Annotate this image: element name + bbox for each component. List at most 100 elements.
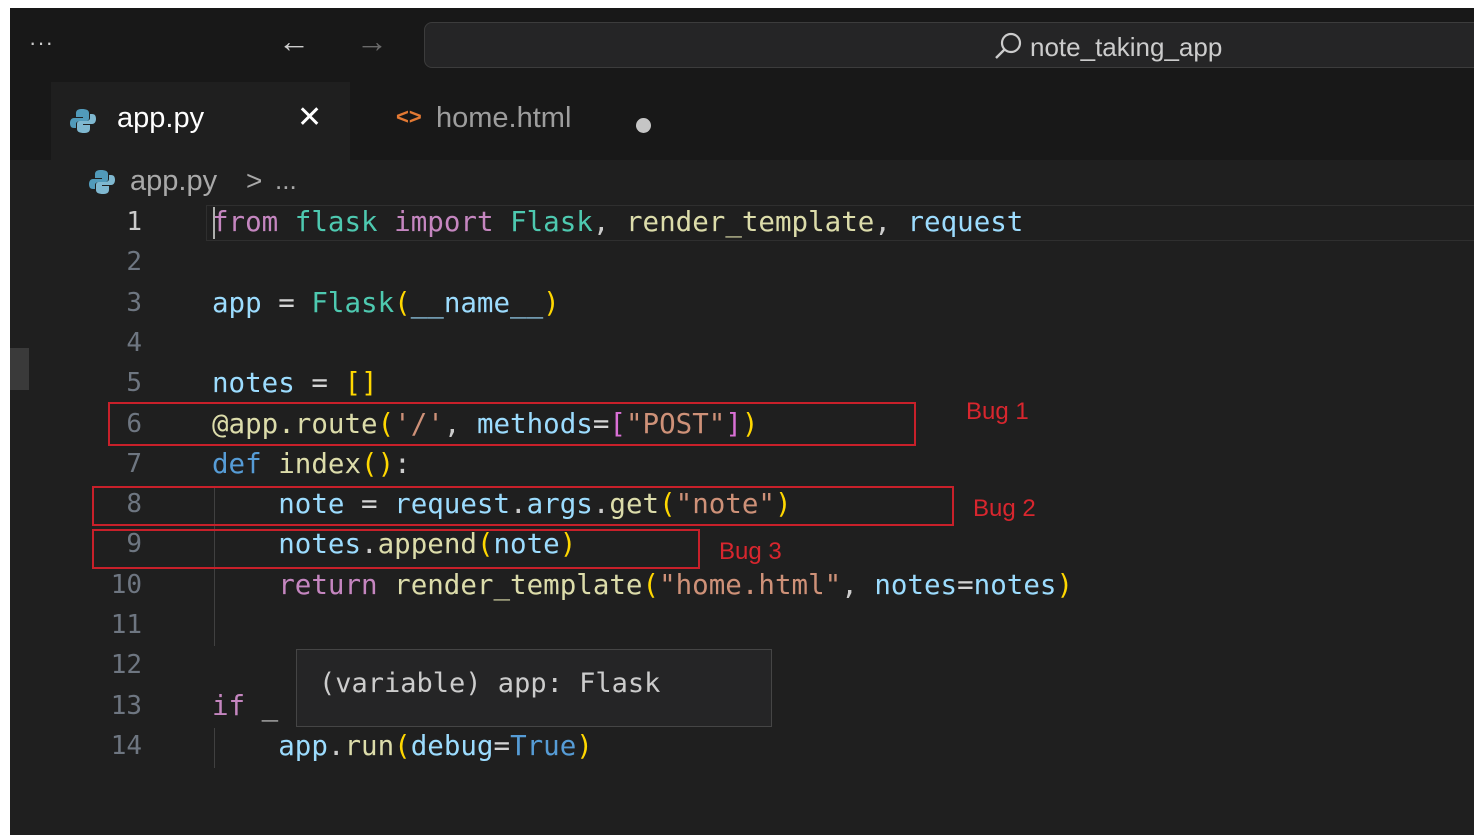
line-number: 3 <box>126 287 142 318</box>
code-token: , <box>841 568 875 601</box>
command-center-search[interactable]: note_taking_app <box>424 22 1474 68</box>
code-text[interactable]: def index(): <box>212 444 411 484</box>
hover-tooltip: (variable) app: Flask <box>296 649 772 727</box>
code-line[interactable]: 7 def index(): <box>10 444 1474 484</box>
unsaved-changes-dot-icon[interactable] <box>636 118 651 133</box>
code-token: app <box>278 729 328 762</box>
code-token: : <box>394 447 411 480</box>
line-number: 12 <box>110 650 142 681</box>
code-token: debug <box>410 729 494 762</box>
line-number: 7 <box>126 448 142 479</box>
editor-window: ··· ← → note_taking_app app.py ✕ <> home… <box>10 8 1474 835</box>
breadcrumb-file[interactable]: app.py <box>130 165 217 198</box>
breadcrumb-separator: > <box>246 165 263 196</box>
breadcrumb: app.py > ... <box>10 160 1474 202</box>
code-token: Flask <box>510 206 593 238</box>
code-token: _ <box>245 689 279 722</box>
code-line[interactable]: 2 <box>10 242 1474 282</box>
code-token: notes <box>212 367 295 400</box>
code-token: __name__ <box>410 286 544 319</box>
code-line[interactable]: 10 return render_template("home.html", n… <box>10 565 1474 605</box>
hover-tooltip-text: (variable) app: Flask <box>319 668 661 699</box>
code-text[interactable]: notes = [] <box>212 363 378 403</box>
breadcrumb-symbols[interactable]: ... <box>275 165 297 196</box>
code-token: = <box>294 367 345 400</box>
title-bar: ··· ← → note_taking_app <box>10 8 1474 82</box>
close-tab-icon[interactable]: ✕ <box>297 100 322 135</box>
text-cursor <box>213 207 215 239</box>
code-text[interactable]: app.run(debug=True) <box>212 726 593 766</box>
bug-label: Bug 3 <box>719 538 782 565</box>
line-number: 13 <box>110 690 142 721</box>
bug-highlight-box <box>92 529 700 569</box>
code-text[interactable]: return render_template("home.html", note… <box>212 565 1073 605</box>
indent-guide <box>214 728 215 768</box>
line-number: 5 <box>126 368 142 399</box>
tab-app-py[interactable]: app.py ✕ <box>51 82 350 160</box>
code-token: . <box>327 729 345 762</box>
html-file-icon: <> <box>396 104 422 129</box>
line-number: 11 <box>110 610 142 640</box>
line-number: 4 <box>126 327 142 358</box>
code-token: render_template <box>394 568 643 601</box>
code-token: import <box>394 206 494 238</box>
code-token: return <box>278 568 378 601</box>
code-token: True <box>510 729 577 762</box>
code-token: [] <box>344 367 378 400</box>
code-text[interactable]: from flask import Flask, render_template… <box>212 202 1023 242</box>
code-token: if <box>212 689 246 722</box>
code-token: = <box>957 568 974 601</box>
code-line[interactable]: 4 <box>10 323 1474 363</box>
code-token: , <box>592 206 626 238</box>
code-token: ( <box>642 568 660 601</box>
code-token: render_template <box>625 206 875 238</box>
code-token: request <box>907 206 1024 238</box>
code-token: ( <box>394 729 411 762</box>
code-token: = <box>493 729 511 762</box>
line-number: 2 <box>126 247 142 278</box>
back-arrow-icon[interactable]: ← <box>278 25 310 57</box>
code-token: notes <box>874 568 958 601</box>
python-file-icon <box>70 109 96 133</box>
tab-home-html[interactable]: <> home.html <box>350 82 672 160</box>
code-line[interactable]: 11 <box>10 605 1474 645</box>
code-token: notes <box>973 568 1057 601</box>
line-number: 10 <box>110 569 142 600</box>
tab-bar: app.py ✕ <> home.html <box>10 82 1474 160</box>
code-line[interactable]: 5 notes = [] <box>10 363 1474 403</box>
code-token: ) <box>1056 568 1074 601</box>
code-token: def <box>212 447 262 480</box>
line-number: 14 <box>110 730 142 761</box>
code-token: app <box>212 286 262 319</box>
code-token: from <box>212 206 279 238</box>
code-token: () <box>361 447 395 480</box>
code-editor[interactable]: 1 from flask import Flask, render_templat… <box>10 202 1474 835</box>
code-text[interactable]: app = Flask(__name__) <box>212 283 560 323</box>
code-token: = <box>261 286 312 319</box>
more-menu-button[interactable]: ··· <box>29 30 54 56</box>
code-token: ) <box>543 286 560 319</box>
code-text[interactable]: if _ <box>212 686 278 726</box>
code-token: run <box>344 729 395 762</box>
line-number: 1 <box>126 207 142 237</box>
tab-label: app.py <box>117 102 205 134</box>
bug-highlight-box <box>108 402 916 446</box>
python-file-icon <box>89 170 115 194</box>
code-token: ) <box>576 729 593 762</box>
bug-label: Bug 2 <box>973 495 1036 522</box>
code-line[interactable]: 3 app = Flask(__name__) <box>10 283 1474 323</box>
code-line[interactable]: 14 app.run(debug=True) <box>10 726 1474 766</box>
code-token: "home.html" <box>659 568 842 601</box>
code-line[interactable]: 1 from flask import Flask, render_templat… <box>10 202 1474 242</box>
code-token: , <box>874 206 908 238</box>
code-token: ( <box>394 286 411 319</box>
forward-arrow-icon[interactable]: → <box>356 25 388 57</box>
workspace-name: note_taking_app <box>1030 32 1223 62</box>
